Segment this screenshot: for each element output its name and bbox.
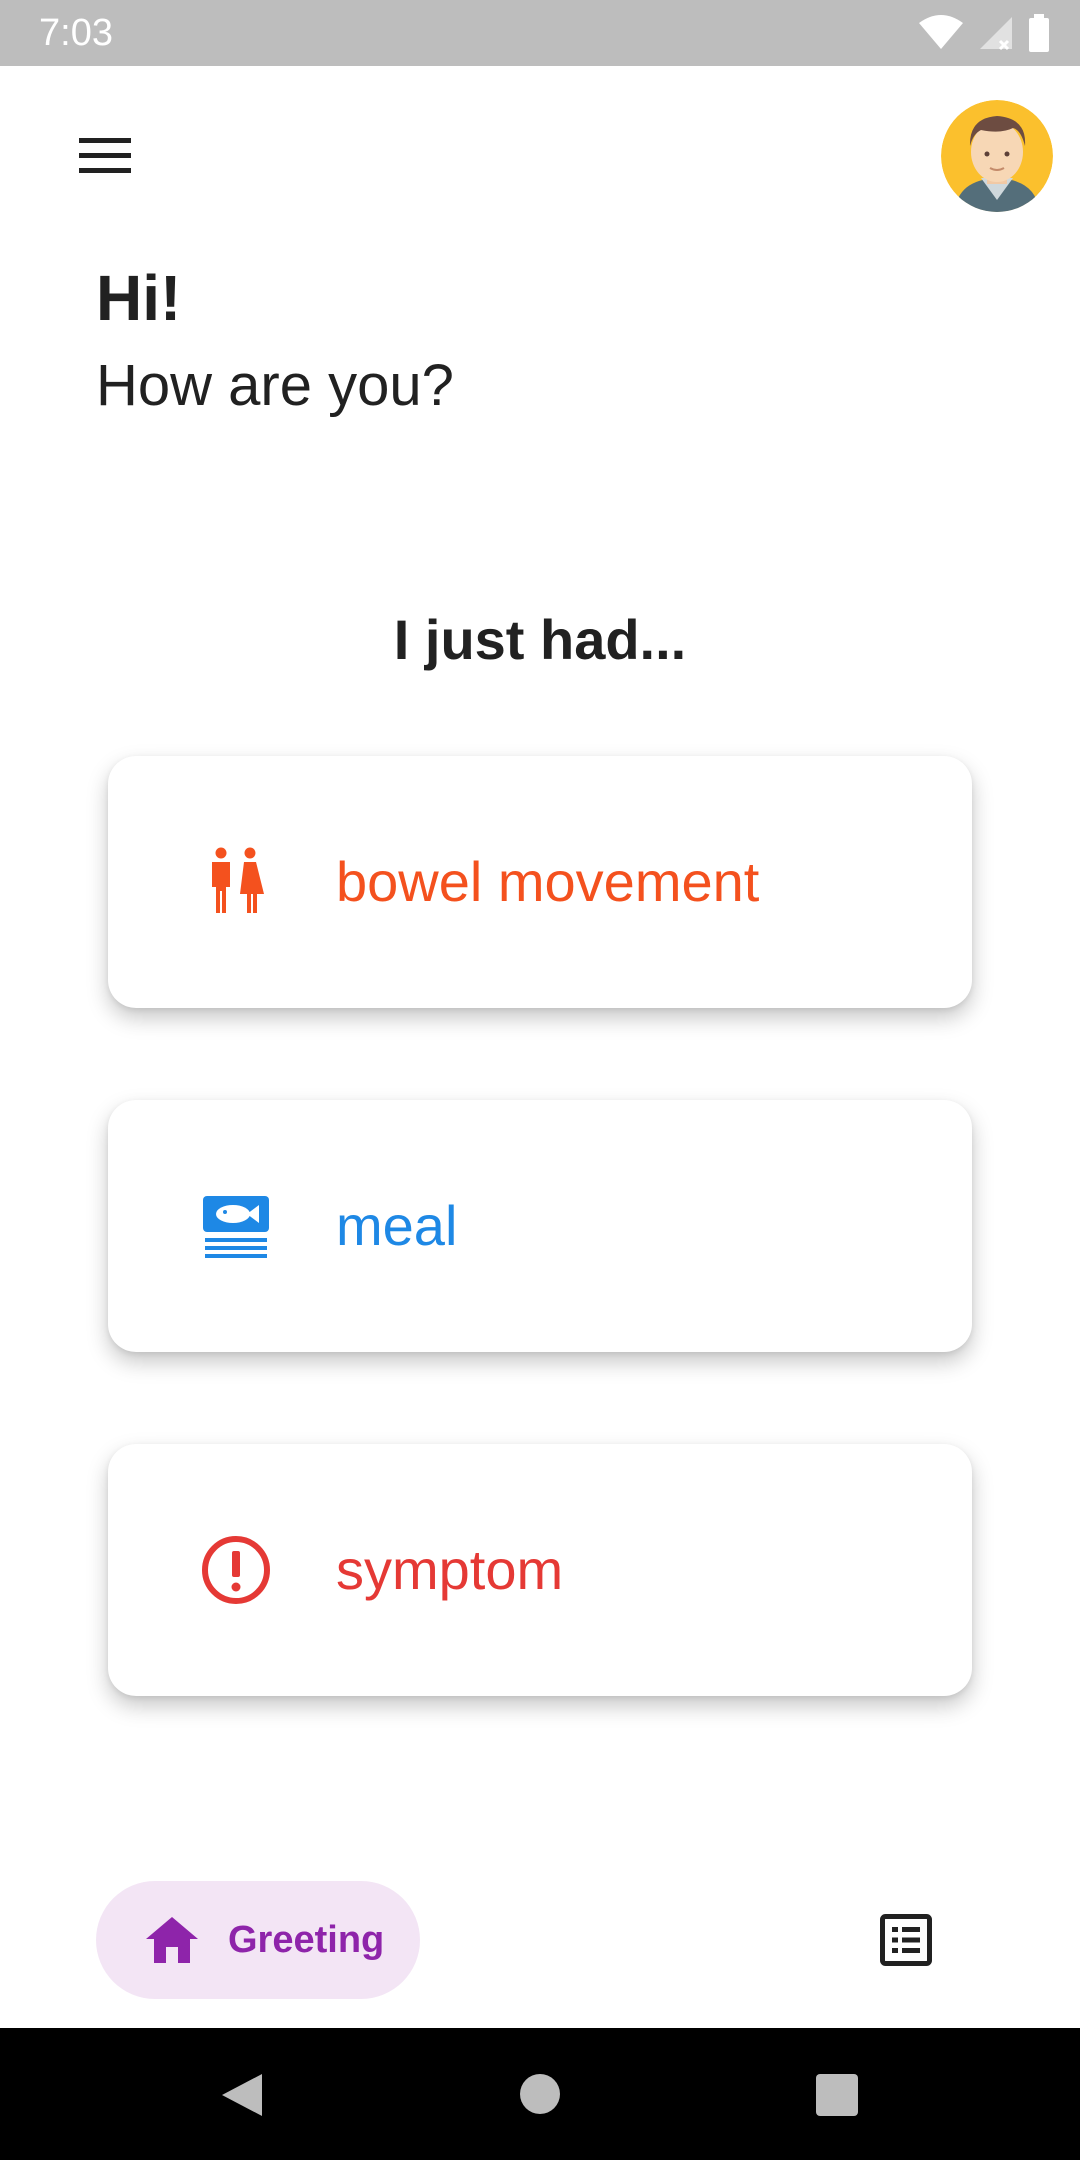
user-avatar-icon bbox=[941, 100, 1053, 212]
symptom-label: symptom bbox=[336, 1538, 564, 1601]
home-icon bbox=[146, 1917, 198, 1963]
meal-label: meal bbox=[336, 1194, 458, 1257]
cell-signal-icon bbox=[980, 17, 1012, 51]
bowel-movement-card[interactable]: bowel movement bbox=[108, 756, 972, 1008]
hamburger-menu-icon bbox=[79, 138, 131, 173]
meal-fish-icon bbox=[196, 1186, 276, 1266]
nav-list[interactable] bbox=[876, 1910, 936, 1970]
status-time: 7:03 bbox=[39, 12, 113, 54]
section-heading: I just had... bbox=[393, 608, 687, 671]
bowel-movement-label: bowel movement bbox=[336, 850, 760, 913]
greeting-title: Hi! bbox=[96, 262, 182, 334]
recents-square-icon[interactable] bbox=[816, 2074, 858, 2116]
menu-button[interactable] bbox=[70, 124, 140, 188]
avatar[interactable] bbox=[941, 100, 1053, 212]
restroom-icon bbox=[196, 842, 276, 922]
status-bar: 7:03 bbox=[0, 0, 1080, 66]
list-icon bbox=[880, 1914, 932, 1966]
nav-home-greeting[interactable]: Greeting bbox=[96, 1881, 420, 1999]
greeting-subtitle: How are you? bbox=[96, 353, 454, 418]
nav-home-label: Greeting bbox=[228, 1919, 385, 1961]
alert-circle-icon bbox=[196, 1530, 276, 1610]
system-nav-bar bbox=[0, 2028, 1080, 2160]
status-icons bbox=[918, 14, 1050, 52]
meal-card[interactable]: meal bbox=[108, 1100, 972, 1352]
battery-icon bbox=[1029, 14, 1049, 52]
home-circle-icon[interactable] bbox=[520, 2074, 560, 2114]
back-icon[interactable] bbox=[216, 2070, 266, 2120]
wifi-icon bbox=[919, 15, 963, 49]
symptom-card[interactable]: symptom bbox=[108, 1444, 972, 1696]
